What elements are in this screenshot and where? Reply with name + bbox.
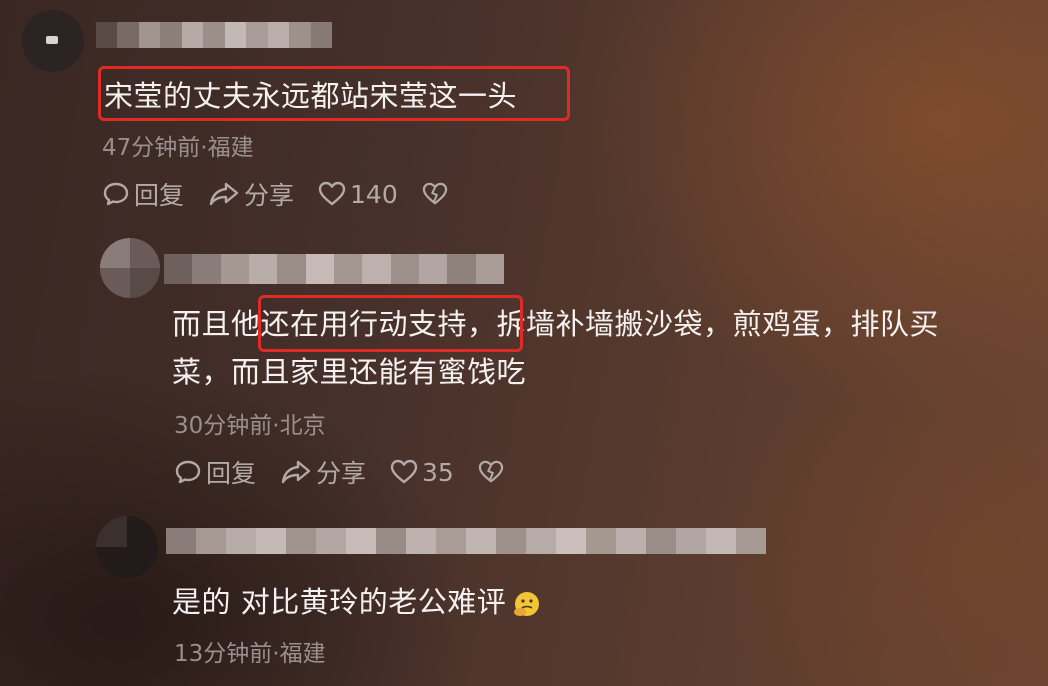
comment-actions: 回复 分享 35: [174, 454, 504, 490]
reply-button[interactable]: 回复: [174, 454, 256, 490]
share-button[interactable]: 分享: [208, 176, 294, 212]
comment-meta: 30分钟前·北京: [174, 413, 326, 439]
comment-text: 是的 对比黄玲的老公难评: [172, 578, 542, 626]
comment-text-part: 而且他: [172, 307, 261, 341]
reply-label: 回复: [206, 459, 257, 488]
username-blurred[interactable]: [96, 22, 332, 48]
share-arrow-icon: [209, 182, 239, 206]
share-button[interactable]: 分享: [280, 454, 366, 490]
share-label: 分享: [316, 459, 367, 488]
username-blurred[interactable]: [164, 254, 504, 284]
heart-icon: [390, 459, 418, 484]
comment-text-line: 菜，而且家里还能有蜜饯吃: [172, 355, 527, 389]
avatar[interactable]: [96, 516, 158, 578]
comment-meta: 47分钟前·福建: [102, 135, 254, 161]
highlight-box: [98, 66, 570, 121]
comment-bubble-icon: [175, 460, 201, 484]
thinking-face-emoji: [514, 592, 540, 616]
dislike-button[interactable]: [422, 182, 448, 206]
comment-text-part: 拆墙补墙搬沙袋，煎鸡蛋，排队买: [496, 307, 940, 341]
like-count: 140: [350, 179, 398, 209]
reply-button[interactable]: 回复: [102, 176, 184, 212]
username-blurred[interactable]: [166, 528, 766, 554]
comment-meta: 13分钟前·福建: [174, 641, 326, 667]
share-arrow-icon: [281, 460, 311, 484]
avatar[interactable]: [100, 238, 160, 298]
share-label: 分享: [244, 181, 295, 210]
comment-bubble-icon: [103, 182, 129, 206]
broken-heart-icon: [422, 182, 447, 205]
like-button[interactable]: 35: [390, 458, 454, 487]
like-button[interactable]: 140: [318, 180, 398, 209]
reply-label: 回复: [134, 181, 185, 210]
avatar[interactable]: [22, 10, 84, 72]
highlight-box: [258, 295, 523, 352]
broken-heart-icon: [478, 460, 504, 483]
dislike-button[interactable]: [478, 460, 504, 484]
comment-text-part: 是的 对比黄玲的老公难评: [172, 585, 507, 619]
comment-actions: 回复 分享 140: [102, 176, 448, 212]
like-count: 35: [422, 457, 454, 487]
heart-icon: [318, 181, 346, 206]
